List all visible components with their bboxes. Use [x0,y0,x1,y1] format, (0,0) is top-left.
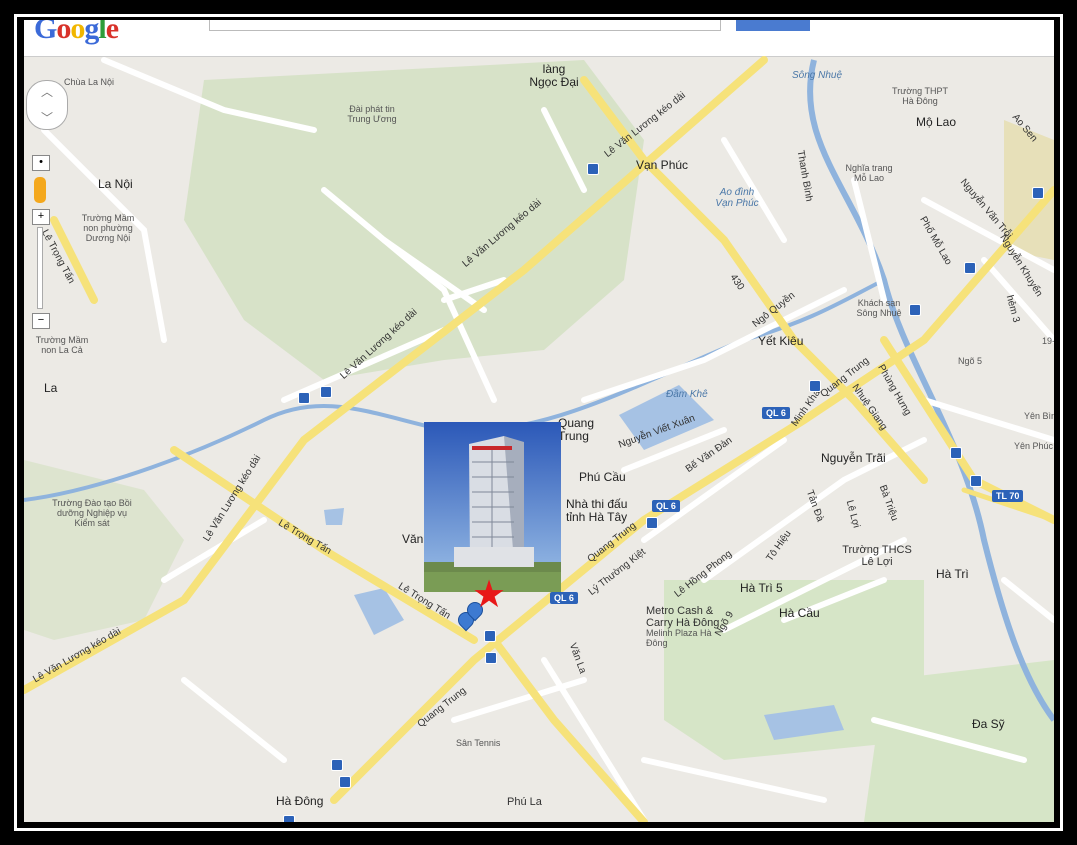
bus-stop-icon[interactable] [1032,187,1044,199]
pan-control[interactable]: ︿ ﹀ [26,80,68,130]
place-label: Yết Kiêu [758,334,804,348]
bus-stop-icon[interactable] [298,392,310,404]
chevron-up-icon[interactable]: ︿ [41,83,53,100]
place-label: Ngõ 5 [958,356,983,366]
place-label: Hà Đông [276,794,324,808]
bus-stop-icon[interactable] [339,776,351,788]
place-label: Hà Cầu [779,606,820,620]
place-label: Ao đình Vạn Phúc [715,187,759,209]
place-label: Sông Nhuệ [792,70,843,81]
place-label: Metro Cash & Carry Hà Đông [646,605,720,629]
bus-stop-icon[interactable] [331,759,343,771]
place-label: La Nội [98,177,133,191]
star-marker-icon[interactable]: ★ [472,576,506,614]
place-label: Đài phát tin Trung Ương [347,104,397,124]
bus-stop-icon[interactable] [909,304,921,316]
bus-stop-icon[interactable] [484,630,496,642]
bus-stop-icon[interactable] [587,163,599,175]
zoom-out-button[interactable]: − [32,313,50,329]
place-label: Quang Trung [558,416,595,443]
route-shield: QL 6 [550,592,578,604]
bus-stop-icon[interactable] [809,380,821,392]
route-shield: QL 6 [652,500,680,512]
place-label: Trường THPT Hà Đông [892,86,948,106]
place-label: Hà Trì 5 [740,581,783,595]
chevron-down-icon[interactable]: ﹀ [41,109,53,126]
bus-stop-icon[interactable] [950,447,962,459]
place-label: Hà Trì [936,567,969,581]
place-label: Phú La [507,796,542,808]
place-label: 19-5 [1042,336,1054,346]
pan-reset-icon[interactable]: • [32,155,50,171]
bus-stop-icon[interactable] [646,517,658,529]
route-shield: QL 6 [762,407,790,419]
place-label: Nguyễn Trãi [821,451,886,465]
park-area [184,60,644,380]
bus-stop-icon[interactable] [283,815,295,822]
place-label: Phú Cầu [579,470,626,484]
place-label: Sân Tennis [456,738,501,748]
zoom-slider[interactable] [37,227,43,309]
place-label: Yên Phúc [1014,441,1054,451]
place-label: Đầm Khê [666,389,708,400]
place-label: Khách sạn Sông Nhuệ [856,298,902,318]
zoom-in-button[interactable]: + [32,209,50,225]
zoom-control: • + − [32,155,52,331]
place-label: Trường Mầm non phường Dương Nội [81,213,135,243]
place-label: Trường Đào tạo Bồi dưỡng Nghiệp vụ Kiểm … [52,498,132,528]
place-label: La [44,381,58,395]
place-label: Trường THCS Lê Lợi [842,544,912,568]
place-label: Đa Sỹ [972,717,1005,731]
map-canvas[interactable]: Google Chùa La Nội Đài phát tin Trung Ươ… [24,20,1054,822]
place-label: Trường Mầm non La Cả [35,335,89,355]
place-label: Melinh Plaza Hà Đông [646,628,712,648]
map-geometry [24,56,1054,822]
bus-stop-icon[interactable] [964,262,976,274]
van-la-road [490,636,648,822]
lake [324,508,344,525]
place-label: Nhà thi đấu tỉnh Hà Tây [566,497,628,524]
place-label: Nghĩa trang Mỗ Lao [845,163,893,183]
place-label: Chùa La Nội [64,77,115,87]
bus-stop-icon[interactable] [320,386,332,398]
street-view-pegman-icon[interactable] [34,177,46,203]
place-label: Văn [402,532,424,546]
route-shield: TL 70 [992,490,1024,502]
place-label: làng Ngọc Đại [529,62,579,89]
bus-stop-icon[interactable] [485,652,497,664]
place-label: Mộ Lao [916,115,957,129]
place-label: Yên Bình [1024,411,1054,421]
place-label: Vạn Phúc [636,158,689,172]
map-controls: ︿ ﹀ [26,80,68,130]
building-photo[interactable] [424,422,561,592]
bus-stop-icon[interactable] [970,475,982,487]
